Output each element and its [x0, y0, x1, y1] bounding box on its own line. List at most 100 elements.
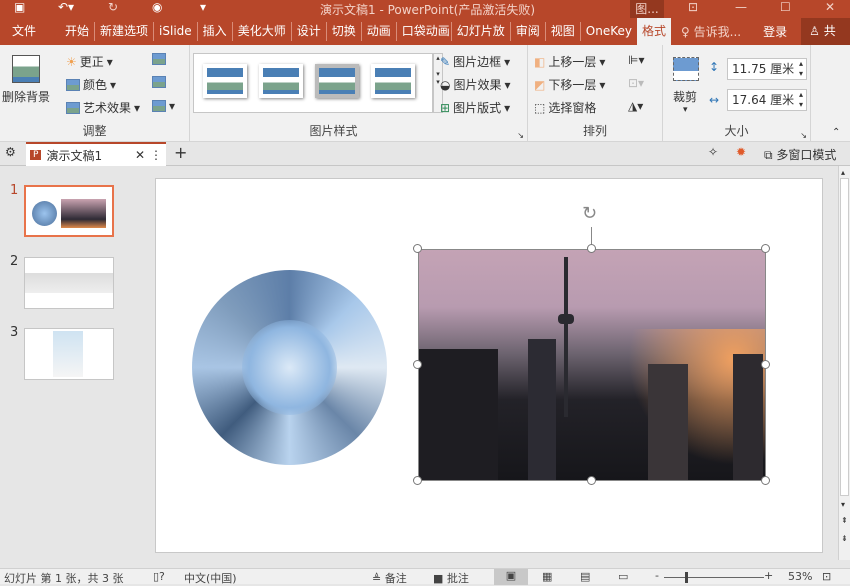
zoom-slider[interactable]	[664, 577, 764, 578]
resize-handle[interactable]	[587, 476, 596, 485]
tab-menu-icon[interactable]: ⚙	[5, 145, 16, 159]
vertical-scrollbar[interactable]: ▴ ▾ ⇞ ⇟	[838, 166, 850, 560]
style-option[interactable]	[315, 64, 359, 98]
tab-islide[interactable]: iSlide	[154, 22, 198, 41]
fit-to-window-icon[interactable]: ⊡	[822, 570, 831, 583]
tab-transitions[interactable]: 切换	[327, 22, 362, 41]
prev-slide-icon[interactable]: ⇞	[841, 516, 848, 525]
context-tab-label: 图...	[630, 0, 664, 18]
bring-forward-button[interactable]: ◧ 上移一层 ▾	[534, 53, 605, 70]
tab-insert[interactable]: 插入	[198, 22, 233, 41]
ribbon-display-icon[interactable]: ⊡	[688, 0, 698, 14]
picture-border-button[interactable]: ✎ 图片边框 ▾	[440, 53, 510, 70]
minimize-button[interactable]: —	[735, 0, 747, 14]
art-effects-button[interactable]: 艺术效果 ▾	[66, 99, 140, 116]
reset-picture-icon[interactable]: ▾	[152, 99, 175, 113]
tab-design[interactable]: 设计	[292, 22, 327, 41]
picture-effects-button[interactable]: ◒ 图片效果 ▾	[440, 76, 511, 93]
close-button[interactable]: ✕	[825, 0, 835, 14]
resize-handle[interactable]	[413, 476, 422, 485]
spellcheck-icon[interactable]: ▯?	[153, 570, 165, 583]
collapse-ribbon-icon[interactable]: ⌃	[832, 127, 840, 138]
tab-pocket-animation[interactable]: 口袋动画	[397, 22, 452, 41]
zoom-out-button[interactable]: -	[655, 569, 659, 582]
align-icon[interactable]: ⊫▾	[628, 53, 644, 67]
dialog-launcher-icon[interactable]: ↘	[800, 131, 807, 140]
zoom-in-button[interactable]: +	[764, 569, 773, 582]
customize-qat-icon[interactable]: ▾	[200, 0, 206, 14]
new-tab-button[interactable]: +	[174, 143, 187, 162]
tab-view[interactable]: 视图	[546, 22, 581, 41]
slideshow-icon[interactable]: ◉	[152, 0, 162, 14]
slide-thumbnail-3[interactable]	[24, 328, 114, 380]
remove-background-icon[interactable]	[12, 55, 40, 83]
slideshow-button[interactable]: ▭	[618, 570, 628, 583]
tab-animations[interactable]: 动画	[362, 22, 397, 41]
more-icon[interactable]: ⋮	[150, 148, 166, 162]
selection-pane-button[interactable]: ⬚ 选择窗格	[534, 99, 596, 116]
crop-icon[interactable]	[673, 57, 699, 81]
login-link[interactable]: 登录	[763, 23, 787, 40]
remove-background-button[interactable]: 删除背景	[2, 88, 50, 105]
close-tab-icon[interactable]: ✕	[135, 148, 145, 162]
tab-new[interactable]: 新建选项	[95, 22, 155, 41]
slide-thumbnail-1[interactable]	[24, 185, 114, 237]
slide-sorter-button[interactable]: ▦	[542, 570, 552, 583]
normal-view-button[interactable]: ▣	[494, 569, 528, 585]
tab-beautify[interactable]: 美化大师	[233, 22, 292, 41]
picture-layout-button[interactable]: ⊞ 图片版式 ▾	[440, 99, 510, 116]
doc-tab[interactable]: P 演示文稿1 ✕ ⋮	[26, 142, 166, 166]
group-size: 裁剪 ▾ ↕ 11.75 厘米 ▴ ▾ ↔ 17.64 厘米 ▴ ▾ 大小 ↘	[663, 45, 811, 142]
scroll-thumb[interactable]	[840, 178, 849, 496]
compress-pictures-icon[interactable]	[152, 53, 166, 65]
resize-handle[interactable]	[587, 244, 596, 253]
tab-format[interactable]: 格式	[637, 18, 672, 45]
tab-slideshow[interactable]: 幻灯片放	[452, 22, 511, 41]
tab-home[interactable]: 开始	[60, 22, 96, 41]
height-field[interactable]: 11.75 厘米 ▴ ▾	[727, 58, 807, 80]
circular-building-image[interactable]	[192, 270, 387, 465]
send-backward-button[interactable]: ◩ 下移一层 ▾	[534, 76, 605, 93]
slide[interactable]: ↻	[155, 178, 823, 553]
style-option[interactable]	[371, 64, 415, 98]
group-icon[interactable]: ⊡▾	[628, 76, 644, 90]
rotate-handle-icon[interactable]: ↻	[582, 203, 597, 224]
crop-dropdown-icon[interactable]: ▾	[683, 105, 688, 115]
resize-handle[interactable]	[413, 244, 422, 253]
tell-me-search[interactable]: ♀ 告诉我...	[681, 23, 741, 40]
reading-view-button[interactable]: ▤	[580, 570, 590, 583]
multi-window-button[interactable]: ⧉ 多窗口模式	[764, 146, 836, 163]
resize-handle[interactable]	[761, 476, 770, 485]
dialog-launcher-icon[interactable]: ↘	[517, 131, 524, 140]
width-field[interactable]: 17.64 厘米 ▴ ▾	[727, 89, 807, 111]
style-option[interactable]	[203, 64, 247, 98]
resize-handle[interactable]	[413, 360, 422, 369]
spinner[interactable]: ▴ ▾	[799, 90, 803, 110]
tab-onekey[interactable]: OneKey	[581, 22, 637, 41]
tab-file[interactable]: 文件	[0, 22, 48, 41]
spinner[interactable]: ▴ ▾	[799, 59, 803, 79]
zoom-slider-thumb[interactable]	[685, 572, 688, 583]
share-button[interactable]: ♙ 共享	[801, 18, 850, 65]
change-picture-icon[interactable]	[152, 76, 166, 88]
zoom-level[interactable]: 53%	[788, 570, 812, 583]
crop-button[interactable]: 裁剪	[673, 88, 697, 105]
maximize-button[interactable]: ☐	[780, 0, 791, 14]
rotate-icon[interactable]: ◮▾	[628, 99, 643, 113]
resize-handle[interactable]	[761, 360, 770, 369]
ribbon: 删除背景 ☀ 更正 ▾ 颜色 ▾ 艺术效果 ▾ ▾ 调整 ▴ ▾ ▾ ✎ 图片边框 ▾ ◒ 图片效…	[0, 45, 850, 142]
corrections-button[interactable]: ☀ 更正 ▾	[66, 53, 113, 70]
tool-icon[interactable]: ✧	[708, 145, 718, 159]
tab-review[interactable]: 审阅	[511, 22, 546, 41]
undo-icon[interactable]: ↶▾	[58, 0, 74, 14]
selection-pane-icon: ⬚	[534, 100, 546, 115]
color-button[interactable]: 颜色 ▾	[66, 76, 116, 93]
slide-thumbnail-2[interactable]	[24, 257, 114, 309]
settings-gear-icon[interactable]: ✹	[736, 145, 746, 159]
slide-number: 3	[10, 325, 19, 340]
next-slide-icon[interactable]: ⇟	[841, 534, 848, 543]
resize-handle[interactable]	[761, 244, 770, 253]
save-icon[interactable]: ▣	[14, 0, 25, 14]
redo-icon[interactable]: ↻	[108, 0, 118, 14]
style-option[interactable]	[259, 64, 303, 98]
